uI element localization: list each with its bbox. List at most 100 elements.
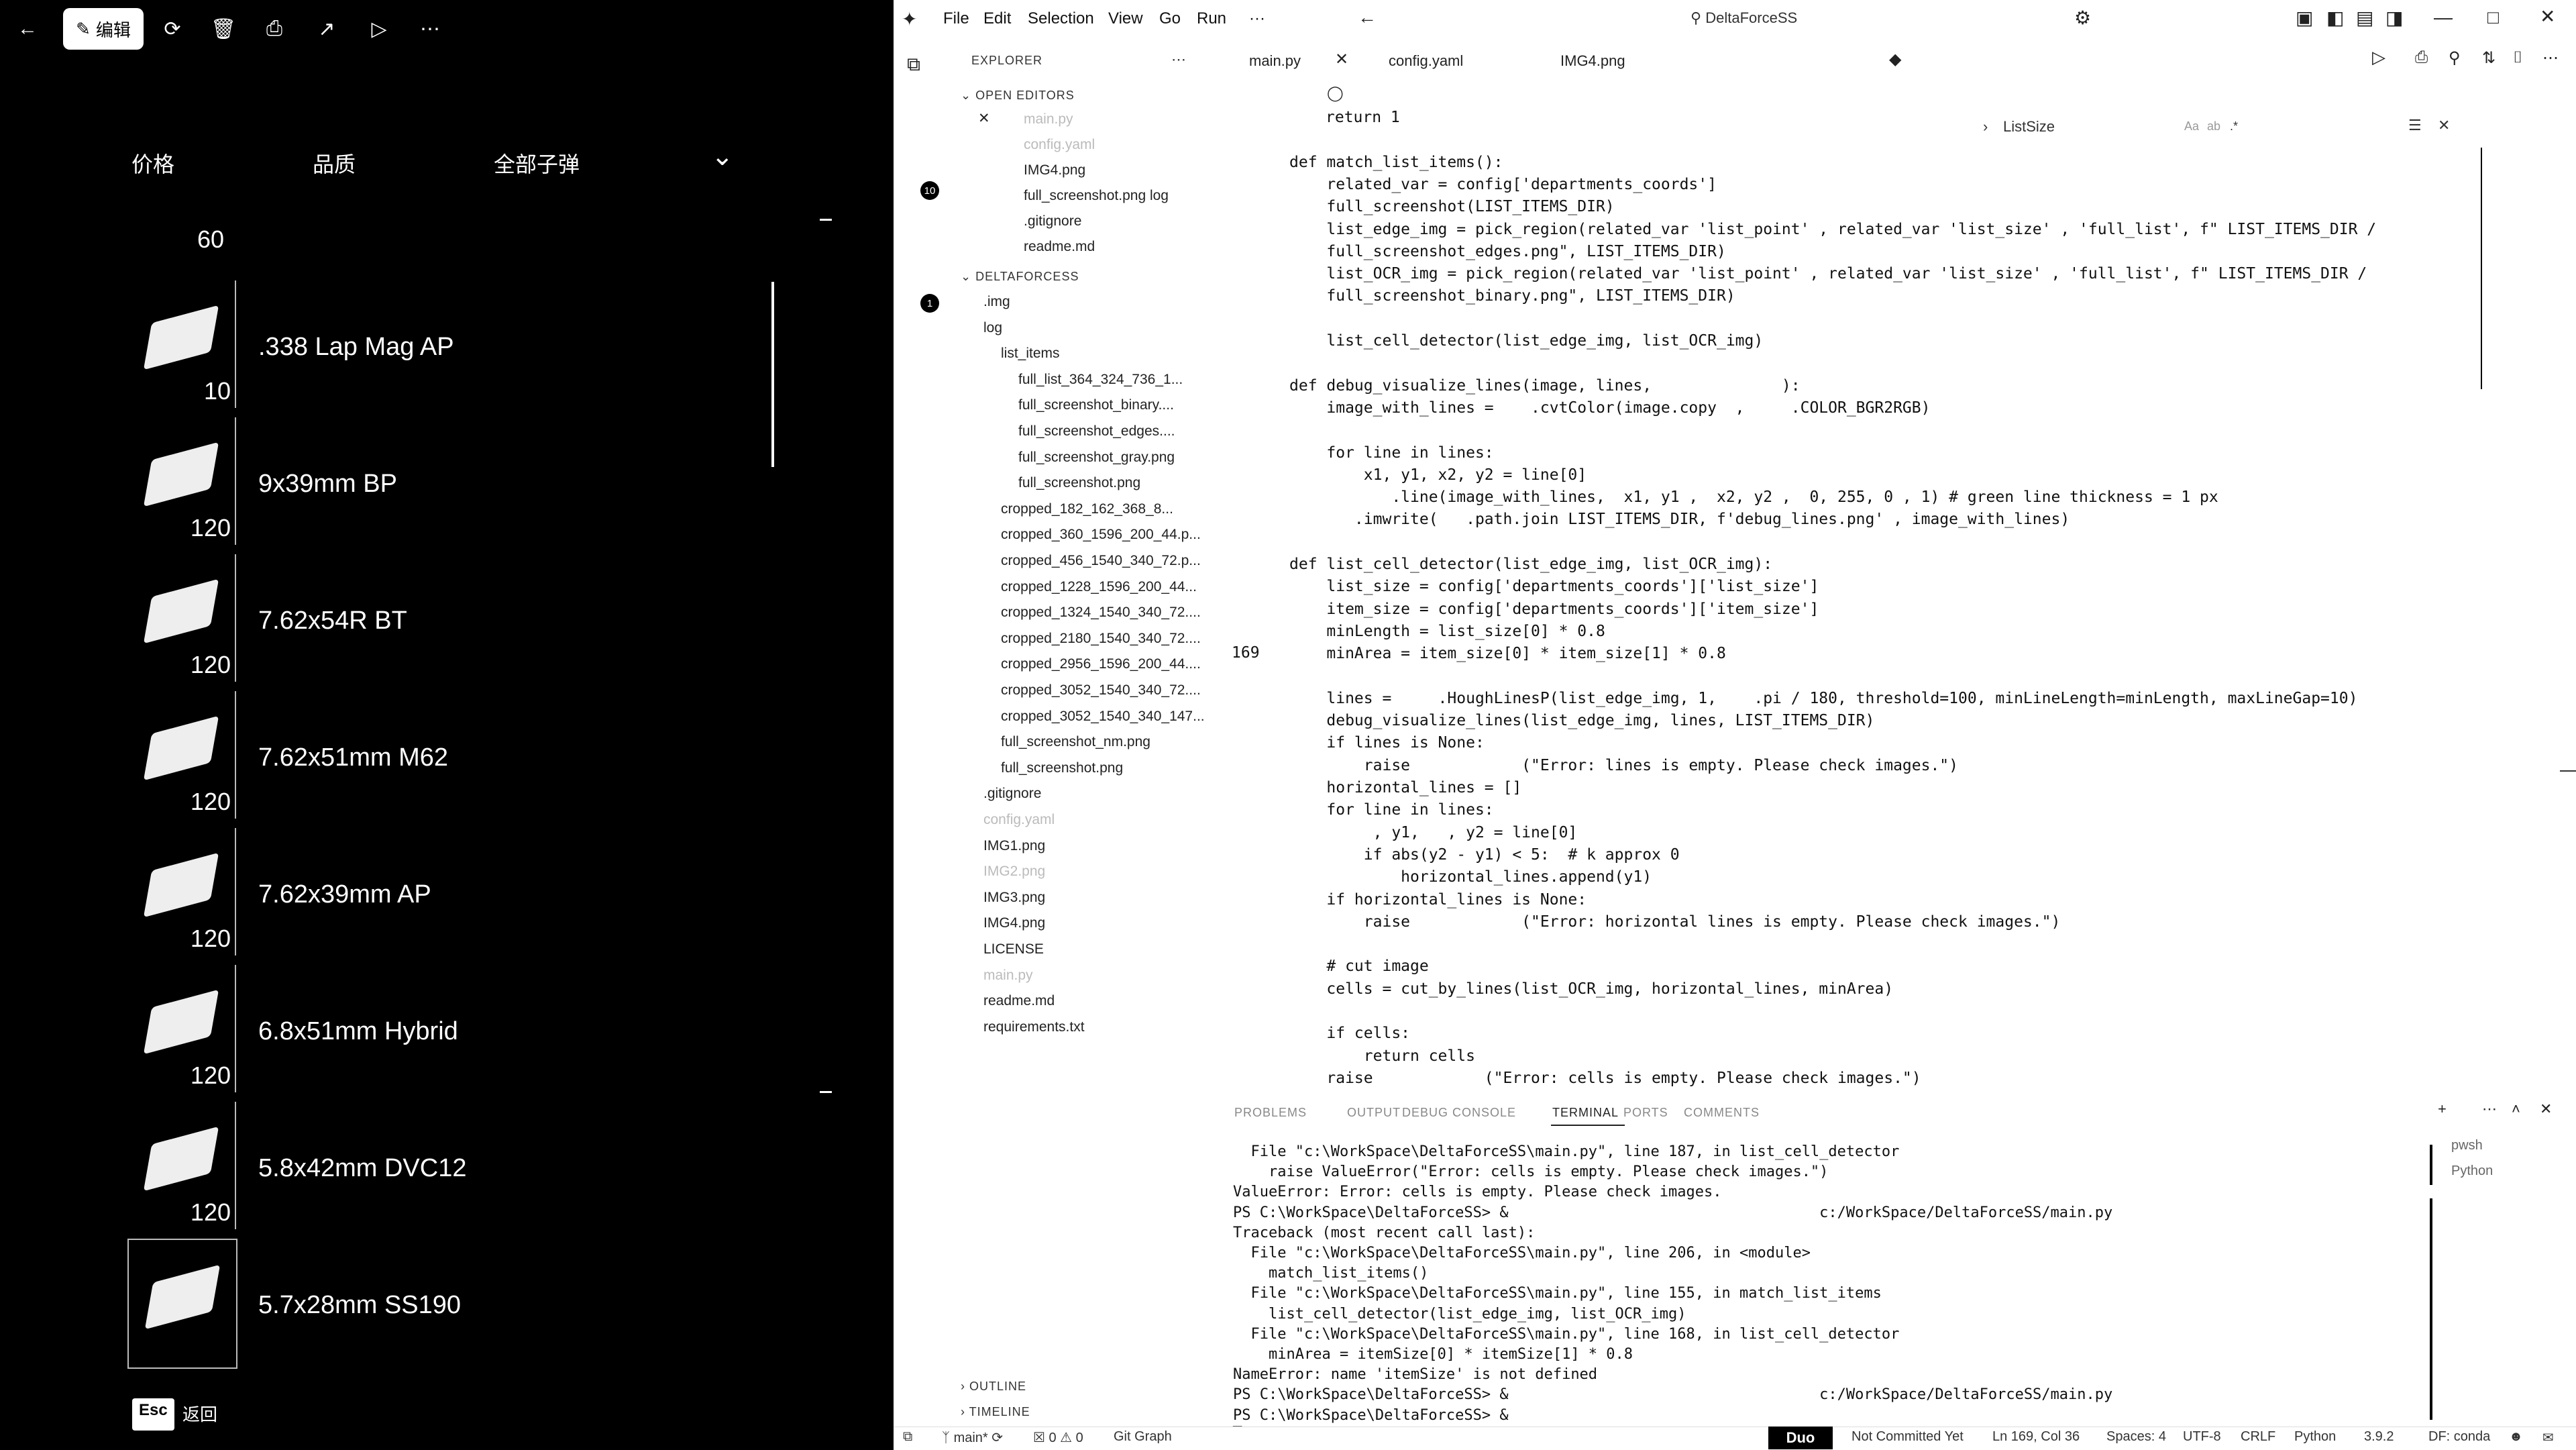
tree-item[interactable]: main.py <box>983 968 1033 984</box>
toggle-secondary-sidebar-icon[interactable]: ◨ <box>2385 7 2403 29</box>
rotate-icon[interactable]: ⟳ <box>153 9 192 48</box>
edit-button[interactable]: ✎ 编辑 <box>63 8 144 50</box>
language-status[interactable]: Python <box>2294 1429 2336 1445</box>
more-icon[interactable]: ⋯ <box>2482 1100 2497 1118</box>
chevron-up-icon[interactable]: ˄ <box>2512 1100 2520 1118</box>
match-case-icon[interactable]: Aa <box>2184 119 2199 134</box>
menu-item-selection[interactable]: Selection <box>1028 9 1094 28</box>
remote-icon[interactable]: ⧉ <box>903 1429 912 1445</box>
arrow-left-icon[interactable]: ← <box>8 9 47 48</box>
open-editor-item[interactable]: main.py <box>1024 111 1073 127</box>
eol-status[interactable]: CRLF <box>2241 1429 2275 1445</box>
more-icon[interactable]: ⋯ <box>2542 48 2559 68</box>
tab-main-py[interactable]: main.py <box>1249 52 1301 70</box>
toggle-sidebar-icon[interactable]: ◧ <box>2326 7 2344 29</box>
tree-item[interactable]: cropped_182_162_368_8... <box>1001 501 1173 517</box>
tree-item[interactable]: cropped_360_1596_200_44.p... <box>1001 527 1201 543</box>
menu-item-view[interactable]: View <box>1108 9 1143 28</box>
section-open-editors[interactable]: ⌄ OPEN EDITORS <box>961 89 1075 103</box>
tree-item[interactable]: .img <box>983 294 1010 310</box>
list-item[interactable]: 10 <box>127 280 236 408</box>
python-version-status[interactable]: 3.9.2 <box>2364 1429 2394 1445</box>
tree-item[interactable]: cropped_3052_1540_340_72.... <box>1001 682 1201 698</box>
share-icon[interactable]: ↗ <box>307 9 346 48</box>
tree-item[interactable]: IMG3.png <box>983 890 1045 906</box>
open-editor-item[interactable]: .gitignore <box>1024 213 1081 229</box>
problems-status[interactable]: ☒ 0 ⚠ 0 <box>1033 1429 1083 1446</box>
more-icon[interactable]: ⋯ <box>411 9 449 48</box>
plus-icon[interactable]: + <box>2438 1100 2447 1118</box>
list-item[interactable]: 120 <box>127 554 236 682</box>
tree-item[interactable]: full_screenshot_nm.png <box>1001 734 1150 750</box>
preview-icon[interactable]: ⚲ <box>2449 48 2461 68</box>
bell-icon[interactable]: ✉ <box>2542 1429 2554 1446</box>
maximize-icon[interactable]: □ <box>2487 7 2499 28</box>
menu-item-run[interactable]: Run <box>1197 9 1226 28</box>
minimap-slider[interactable] <box>2481 148 2482 389</box>
duo-status[interactable]: Duo <box>1768 1427 1833 1449</box>
run-icon[interactable]: ▷ <box>2372 47 2385 68</box>
menu-item-go[interactable]: Go <box>1159 9 1181 28</box>
layout-icon[interactable]: ▣ <box>2296 7 2313 29</box>
explorer-more-icon[interactable]: ⋯ <box>1171 51 1186 68</box>
tree-item[interactable]: full_list_364_324_736_1... <box>1018 372 1183 388</box>
open-editor-item[interactable]: full_screenshot.png log <box>1024 188 1169 204</box>
find-input[interactable]: ListSize <box>2003 118 2055 136</box>
menu-item-[interactable]: ··· <box>1249 9 1265 28</box>
trash-icon[interactable]: 🗑 <box>204 9 243 48</box>
menu-item-edit[interactable]: Edit <box>983 9 1011 28</box>
slideshow-icon[interactable]: ▷ <box>360 9 398 48</box>
env-status[interactable]: DF: conda <box>2428 1429 2490 1445</box>
list-item[interactable] <box>127 1239 237 1369</box>
print-icon[interactable]: ⎙ <box>2415 48 2428 67</box>
list-item[interactable]: 120 <box>127 1102 236 1229</box>
copilot-icon[interactable]: ☻ <box>2509 1429 2523 1445</box>
whole-word-icon[interactable]: ab <box>2207 119 2220 134</box>
open-editor-item[interactable]: readme.md <box>1024 239 1095 255</box>
branch-status[interactable]: ᛉ main* ⟳ <box>942 1429 1003 1446</box>
list-item[interactable]: 120 <box>127 965 236 1092</box>
panel-tab-debug-console[interactable]: DEBUG CONSOLE <box>1402 1106 1516 1120</box>
tree-item[interactable]: IMG4.png <box>983 915 1045 931</box>
tree-item[interactable]: full_screenshot_edges.... <box>1018 423 1175 439</box>
panel-tab-ports[interactable]: PORTS <box>1623 1106 1668 1120</box>
encoding-status[interactable]: UTF-8 <box>2183 1429 2221 1445</box>
accounts-icon[interactable]: ⚙ <box>2074 7 2091 29</box>
panel-tab-terminal[interactable]: TERMINAL <box>1552 1106 1619 1120</box>
close-find-icon[interactable]: ✕ <box>2438 117 2450 134</box>
tree-item[interactable]: full_screenshot.png <box>1001 760 1123 776</box>
tree-item[interactable]: cropped_1228_1596_200_44... <box>1001 579 1197 595</box>
back-arrow-icon[interactable]: ← <box>1358 7 1377 28</box>
section-outline[interactable]: › OUTLINE <box>961 1380 1026 1394</box>
close-tab-icon[interactable]: ✕ <box>1335 50 1348 69</box>
tree-item[interactable]: IMG1.png <box>983 838 1045 854</box>
tree-item[interactable]: .gitignore <box>983 786 1041 802</box>
open-editor-item[interactable]: config.yaml <box>1024 137 1095 153</box>
terminal-session[interactable]: Python <box>2451 1163 2493 1179</box>
tree-item[interactable]: log <box>983 320 1002 336</box>
minimize-icon[interactable]: — <box>2434 7 2453 28</box>
list-item[interactable]: 120 <box>127 828 236 955</box>
close-icon[interactable]: ✕ <box>2540 5 2555 28</box>
toggle-panel-icon[interactable]: ▤ <box>2356 7 2373 29</box>
tree-item[interactable]: full_screenshot_gray.png <box>1018 450 1175 466</box>
chevron-right-icon[interactable]: › <box>1983 118 1988 136</box>
terminal-scrollbar[interactable] <box>2430 1198 2432 1420</box>
tree-item[interactable]: LICENSE <box>983 941 1044 957</box>
tree-item[interactable]: cropped_2180_1540_340_72.... <box>1001 631 1201 647</box>
menu-lines-icon[interactable]: ☰ <box>2408 117 2422 134</box>
scrollbar[interactable] <box>771 282 774 467</box>
section-timeline[interactable]: › TIMELINE <box>961 1405 1030 1419</box>
menu-item-file[interactable]: File <box>943 9 969 28</box>
tree-item[interactable]: full_screenshot.png <box>1018 475 1140 491</box>
tree-item[interactable]: config.yaml <box>983 812 1055 828</box>
close-icon[interactable]: ✕ <box>978 110 990 127</box>
list-item[interactable]: 120 <box>127 691 236 819</box>
tree-item[interactable]: cropped_456_1540_340_72.p... <box>1001 553 1201 569</box>
close-panel-icon[interactable]: ✕ <box>2540 1100 2552 1118</box>
tab-IMG4-png[interactable]: IMG4.png <box>1560 52 1625 70</box>
open-editor-item[interactable]: IMG4.png <box>1024 162 1085 178</box>
panel-tab-comments[interactable]: COMMENTS <box>1684 1106 1760 1120</box>
tree-item[interactable]: cropped_1324_1540_340_72.... <box>1001 605 1201 621</box>
tree-item[interactable]: list_items <box>1001 346 1060 362</box>
